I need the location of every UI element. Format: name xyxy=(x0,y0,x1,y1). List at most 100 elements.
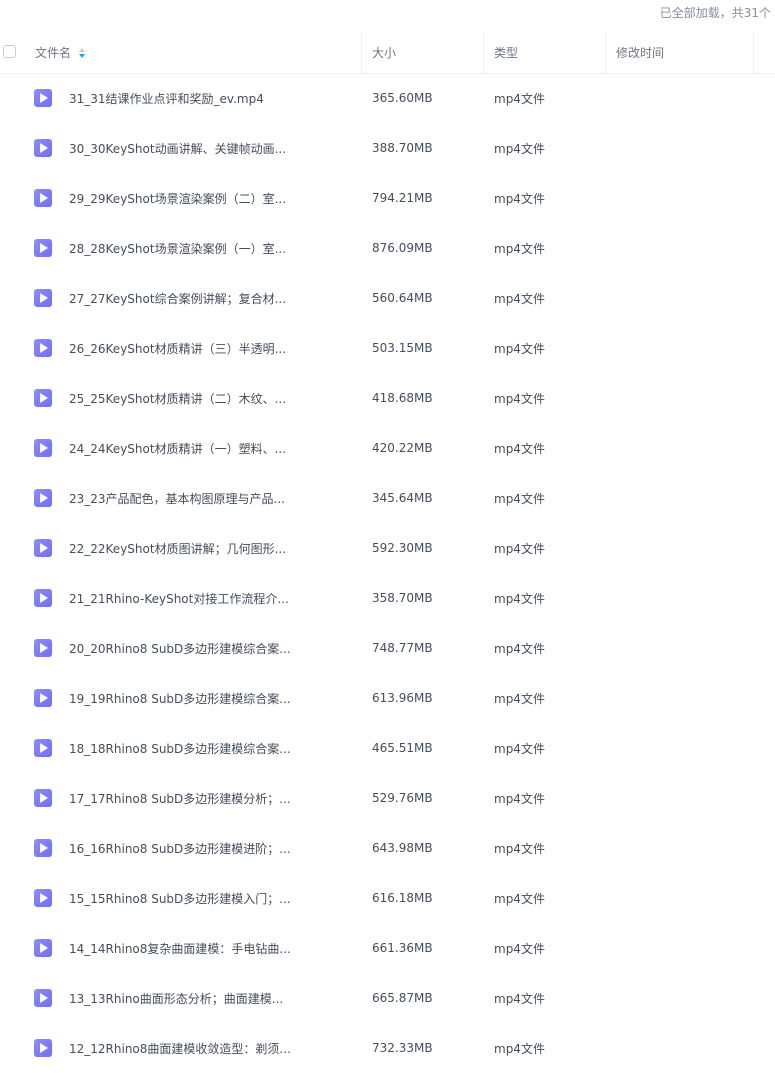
file-row[interactable]: 20_20Rhino8 SubD多边形建模综合案... 748.77MB mp4文件 xyxy=(0,623,775,673)
video-file-icon xyxy=(34,839,52,857)
file-name-link[interactable]: 17_17Rhino8 SubD多边形建模分析；... xyxy=(69,773,291,823)
file-type: mp4文件 xyxy=(494,391,545,406)
file-type: mp4文件 xyxy=(494,441,545,456)
video-file-icon xyxy=(34,539,52,557)
file-name-link[interactable]: 25_25KeyShot材质精讲（二）木纹、... xyxy=(69,373,286,423)
file-size: 529.76MB xyxy=(372,791,433,805)
file-row[interactable]: 16_16Rhino8 SubD多边形建模进阶；... 643.98MB mp4文件 xyxy=(0,823,775,873)
file-size: 876.09MB xyxy=(372,241,433,255)
file-size: 465.51MB xyxy=(372,741,433,755)
file-name-link[interactable]: 13_13Rhino曲面形态分析；曲面建模... xyxy=(69,973,283,1023)
file-row[interactable]: 14_14Rhino8复杂曲面建模：手电钻曲... 661.36MB mp4文件 xyxy=(0,923,775,973)
video-file-icon xyxy=(34,989,52,1007)
file-row[interactable]: 17_17Rhino8 SubD多边形建模分析；... 529.76MB mp4文件 xyxy=(0,773,775,823)
video-file-icon xyxy=(34,489,52,507)
file-type: mp4文件 xyxy=(494,91,545,106)
file-size: 748.77MB xyxy=(372,641,433,655)
video-file-icon xyxy=(34,789,52,807)
column-header-size-label: 大小 xyxy=(372,46,397,60)
video-file-icon xyxy=(34,739,52,757)
file-size: 388.70MB xyxy=(372,141,433,155)
file-size: 345.64MB xyxy=(372,491,433,505)
file-name-link[interactable]: 27_27KeyShot综合案例讲解；复合材... xyxy=(69,273,286,323)
file-row[interactable]: 15_15Rhino8 SubD多边形建模入门；... 616.18MB mp4文件 xyxy=(0,873,775,923)
file-row[interactable]: 19_19Rhino8 SubD多边形建模综合案... 613.96MB mp4文件 xyxy=(0,673,775,723)
file-row[interactable]: 13_13Rhino曲面形态分析；曲面建模... 665.87MB mp4文件 xyxy=(0,973,775,1023)
file-name-link[interactable]: 26_26KeyShot材质精讲（三）半透明... xyxy=(69,323,286,373)
file-name-link[interactable]: 21_21Rhino-KeyShot对接工作流程介... xyxy=(69,573,289,623)
file-name-link[interactable]: 31_31结课作业点评和奖励_ev.mp4 xyxy=(69,73,264,123)
file-size: 616.18MB xyxy=(372,891,433,905)
column-divider[interactable] xyxy=(361,32,362,73)
file-name-link[interactable]: 16_16Rhino8 SubD多边形建模进阶；... xyxy=(69,823,291,873)
column-header-modified[interactable]: 修改时间 xyxy=(616,32,664,73)
column-divider[interactable] xyxy=(605,32,606,73)
column-divider[interactable] xyxy=(483,32,484,73)
file-name-link[interactable]: 23_23产品配色，基本构图原理与产品... xyxy=(69,473,285,523)
video-file-icon xyxy=(34,239,52,257)
file-size: 613.96MB xyxy=(372,691,433,705)
column-header-size[interactable]: 大小 xyxy=(372,32,396,73)
file-name-link[interactable]: 15_15Rhino8 SubD多边形建模入门；... xyxy=(69,873,291,923)
file-row[interactable]: 22_22KeyShot材质图讲解；几何图形... 592.30MB mp4文件 xyxy=(0,523,775,573)
file-name-link[interactable]: 24_24KeyShot材质精讲（一）塑料、... xyxy=(69,423,286,473)
file-size: 503.15MB xyxy=(372,341,433,355)
file-name-link[interactable]: 19_19Rhino8 SubD多边形建模综合案... xyxy=(69,673,291,723)
file-name-link[interactable]: 30_30KeyShot动画讲解、关键帧动画... xyxy=(69,123,286,173)
select-all-checkbox[interactable] xyxy=(3,45,16,58)
video-file-icon xyxy=(34,589,52,607)
video-file-icon xyxy=(34,439,52,457)
file-name-link[interactable]: 20_20Rhino8 SubD多边形建模综合案... xyxy=(69,623,291,673)
file-type: mp4文件 xyxy=(494,991,545,1006)
file-list-header: 文件名 大小 类型 修改时间 xyxy=(0,32,775,74)
video-file-icon xyxy=(34,289,52,307)
file-size: 732.33MB xyxy=(372,1041,433,1055)
file-size: 661.36MB xyxy=(372,941,433,955)
video-file-icon xyxy=(34,939,52,957)
file-name-link[interactable]: 29_29KeyShot场景渲染案例（二）室... xyxy=(69,173,286,223)
file-row[interactable]: 28_28KeyShot场景渲染案例（一）室... 876.09MB mp4文件 xyxy=(0,223,775,273)
file-type: mp4文件 xyxy=(494,741,545,756)
video-file-icon xyxy=(34,639,52,657)
file-row[interactable]: 31_31结课作业点评和奖励_ev.mp4 365.60MB mp4文件 xyxy=(0,73,775,123)
video-file-icon xyxy=(34,389,52,407)
column-header-type[interactable]: 类型 xyxy=(494,32,518,73)
column-header-modified-label: 修改时间 xyxy=(616,46,665,60)
sort-icon[interactable] xyxy=(79,47,86,58)
column-header-name[interactable]: 文件名 xyxy=(35,32,86,73)
file-row[interactable]: 25_25KeyShot材质精讲（二）木纹、... 418.68MB mp4文件 xyxy=(0,373,775,423)
file-row[interactable]: 30_30KeyShot动画讲解、关键帧动画... 388.70MB mp4文件 xyxy=(0,123,775,173)
file-name-link[interactable]: 14_14Rhino8复杂曲面建模：手电钻曲... xyxy=(69,923,291,973)
file-size: 420.22MB xyxy=(372,441,433,455)
file-row[interactable]: 29_29KeyShot场景渲染案例（二）室... 794.21MB mp4文件 xyxy=(0,173,775,223)
file-name-link[interactable]: 18_18Rhino8 SubD多边形建模综合案... xyxy=(69,723,291,773)
file-size: 643.98MB xyxy=(372,841,433,855)
file-type: mp4文件 xyxy=(494,241,545,256)
file-row[interactable]: 23_23产品配色，基本构图原理与产品... 345.64MB mp4文件 xyxy=(0,473,775,523)
file-name-link[interactable]: 28_28KeyShot场景渲染案例（一）室... xyxy=(69,223,286,273)
file-type: mp4文件 xyxy=(494,691,545,706)
file-row[interactable]: 27_27KeyShot综合案例讲解；复合材... 560.64MB mp4文件 xyxy=(0,273,775,323)
file-row[interactable]: 26_26KeyShot材质精讲（三）半透明... 503.15MB mp4文件 xyxy=(0,323,775,373)
file-type: mp4文件 xyxy=(494,941,545,956)
file-type: mp4文件 xyxy=(494,791,545,806)
file-row[interactable]: 24_24KeyShot材质精讲（一）塑料、... 420.22MB mp4文件 xyxy=(0,423,775,473)
file-row[interactable]: 18_18Rhino8 SubD多边形建模综合案... 465.51MB mp4文件 xyxy=(0,723,775,773)
file-size: 365.60MB xyxy=(372,91,433,105)
column-header-name-label: 文件名 xyxy=(35,46,72,60)
video-file-icon xyxy=(34,889,52,907)
load-status-text: 已全部加载，共31个 xyxy=(659,6,771,20)
file-size: 592.30MB xyxy=(372,541,433,555)
file-row[interactable]: 21_21Rhino-KeyShot对接工作流程介... 358.70MB mp4文… xyxy=(0,573,775,623)
file-type: mp4文件 xyxy=(494,841,545,856)
file-row[interactable]: 12_12Rhino8曲面建模收敛造型：剃须... 732.33MB mp4文件 xyxy=(0,1023,775,1073)
column-divider[interactable] xyxy=(753,32,754,73)
video-file-icon xyxy=(34,139,52,157)
file-name-link[interactable]: 22_22KeyShot材质图讲解；几何图形... xyxy=(69,523,286,573)
file-name-link[interactable]: 12_12Rhino8曲面建模收敛造型：剃须... xyxy=(69,1023,291,1073)
video-file-icon xyxy=(34,1039,52,1057)
video-file-icon xyxy=(34,689,52,707)
file-type: mp4文件 xyxy=(494,641,545,656)
video-file-icon xyxy=(34,89,52,107)
file-size: 665.87MB xyxy=(372,991,433,1005)
